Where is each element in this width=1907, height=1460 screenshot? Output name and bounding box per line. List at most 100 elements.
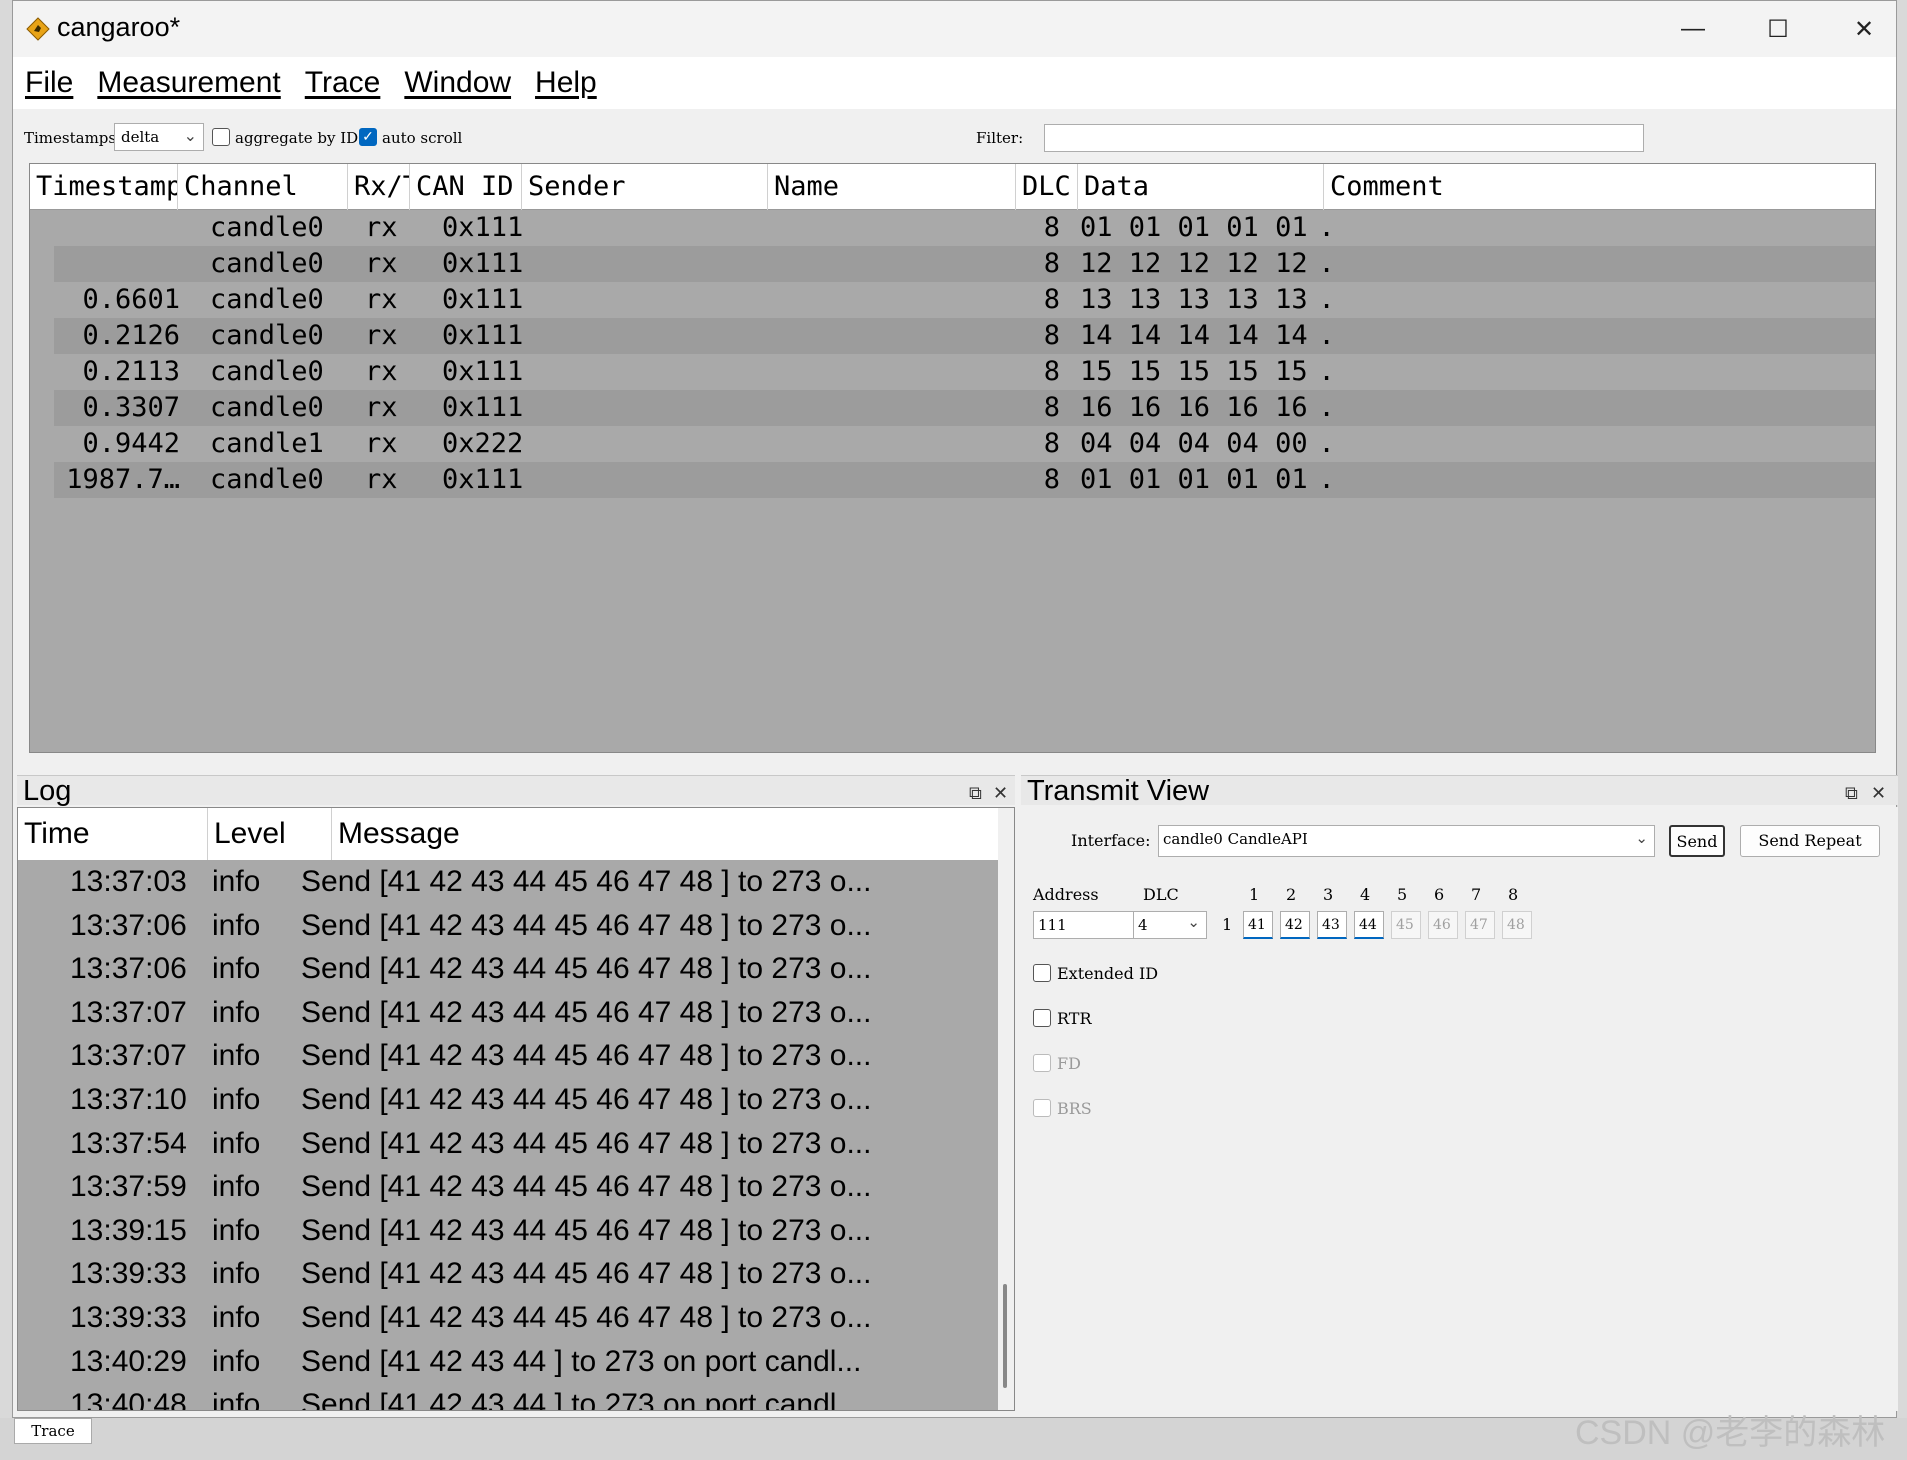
byte-input[interactable]: [1280, 911, 1310, 939]
col-timestamp[interactable]: Timestamp: [30, 164, 178, 210]
log-row[interactable]: 13:39:15 info Send [41 42 43 44 45 46 47 4…: [18, 1209, 1000, 1253]
cell-timestamp: 0.9442: [82, 428, 180, 459]
dlc-label: DLC: [1143, 885, 1179, 904]
table-row[interactable]: 0.9442 candle1 rx 0x222 8 04 04 04 04 00 …: [30, 426, 1875, 462]
menu-measurement[interactable]: Measurement: [97, 66, 280, 100]
menu-help[interactable]: Help: [535, 66, 597, 100]
transmit-dock-title: Transmit View ⧉ ✕: [1021, 775, 1898, 808]
dlc-select[interactable]: 4 ⌄: [1133, 911, 1207, 939]
float-icon[interactable]: ⧉: [969, 778, 982, 808]
log-row[interactable]: 13:37:10 info Send [41 42 43 44 45 46 47 4…: [18, 1078, 1000, 1122]
extended-id-checkbox[interactable]: [1033, 964, 1051, 982]
cell-dir: rx: [365, 212, 398, 243]
byte-input[interactable]: [1354, 911, 1384, 939]
log-message: Send [41 42 43 44 45 46 47 48 ] to 273 o…: [301, 1213, 872, 1247]
log-message: Send [41 42 43 44 45 46 47 48 ] to 273 o…: [301, 1083, 872, 1116]
cell-data: 13 13 13 13 13 …: [1080, 284, 1330, 315]
cell-dir: rx: [365, 464, 398, 495]
log-level: info: [212, 995, 261, 1029]
kangaroo-diamond-icon: [26, 17, 50, 41]
minimize-button[interactable]: —: [1650, 1, 1736, 57]
table-row[interactable]: 0.2113 candle0 rx 0x111 8 15 15 15 15 15 …: [30, 354, 1875, 390]
table-row[interactable]: candle0 rx 0x111 8 01 01 01 01 01 …: [30, 210, 1875, 246]
cell-dir: rx: [365, 284, 398, 315]
cell-channel: candle0: [210, 284, 324, 315]
col-canid[interactable]: CAN ID: [410, 164, 522, 210]
close-icon[interactable]: ✕: [993, 778, 1008, 808]
log-row[interactable]: 13:39:33 info Send [41 42 43 44 45 46 47 4…: [18, 1296, 1000, 1340]
log-message: Send [41 42 43 44 ] to 273 on port candl…: [301, 1344, 862, 1378]
send-repeat-button[interactable]: Send Repeat: [1740, 825, 1880, 857]
table-row[interactable]: 0.6601 candle0 rx 0x111 8 13 13 13 13 13 …: [30, 282, 1875, 318]
cell-comment: [1330, 210, 1830, 246]
cell-channel: candle1: [210, 428, 324, 459]
log-row[interactable]: 13:37:06 info Send [41 42 43 44 45 46 47 4…: [18, 904, 1000, 948]
col-data[interactable]: Data: [1078, 164, 1324, 210]
table-row[interactable]: candle0 rx 0x111 8 12 12 12 12 12 …: [54, 246, 1875, 282]
float-icon[interactable]: ⧉: [1845, 778, 1858, 808]
cell-id: 0x111: [442, 392, 524, 423]
log-message: Send [41 42 43 44 45 46 47 48 ] to 273 o…: [301, 1170, 872, 1204]
menu-file[interactable]: File: [25, 66, 73, 100]
log-row[interactable]: 13:40:48 info Send [41 42 43 44 ] to 273 o…: [18, 1383, 1000, 1410]
cell-name: [774, 318, 1004, 354]
aggregate-checkbox[interactable]: [212, 128, 230, 146]
col-level[interactable]: Level: [208, 808, 332, 860]
table-row[interactable]: 0.2126 candle0 rx 0x111 8 14 14 14 14 14 …: [54, 318, 1875, 354]
log-level: info: [212, 1039, 261, 1073]
byte-header: 6: [1434, 885, 1445, 904]
table-row[interactable]: 1987.7… candle0 rx 0x111 8 01 01 01 01 01 …: [54, 462, 1875, 498]
close-button[interactable]: ✕: [1821, 1, 1907, 57]
col-dlc[interactable]: DLC: [1016, 164, 1078, 210]
log-row[interactable]: 13:37:07 info Send [41 42 43 44 45 46 47 4…: [18, 1034, 1000, 1078]
cell-comment: [1330, 426, 1830, 462]
log-scroll-thumb[interactable]: [1003, 1284, 1007, 1388]
log-row[interactable]: 13:37:54 info Send [41 42 43 44 45 46 47 4…: [18, 1122, 1000, 1166]
filter-input[interactable]: [1044, 124, 1644, 152]
interface-select[interactable]: candle0 CandleAPI ⌄: [1158, 825, 1655, 857]
cell-dlc: 8: [1043, 320, 1060, 351]
byte-header: 2: [1286, 885, 1297, 904]
cell-dlc: 8: [1043, 212, 1060, 243]
menu-window[interactable]: Window: [404, 66, 511, 100]
log-row[interactable]: 13:37:07 info Send [41 42 43 44 45 46 47 4…: [18, 991, 1000, 1035]
maximize-button[interactable]: ☐: [1735, 1, 1821, 57]
log-time: 13:37:07: [70, 995, 187, 1029]
col-sender[interactable]: Sender: [522, 164, 768, 210]
log-row[interactable]: 13:37:03 info Send [41 42 43 44 45 46 47 4…: [18, 860, 1000, 904]
log-level: info: [212, 1213, 261, 1247]
menu-trace[interactable]: Trace: [305, 66, 381, 100]
send-button[interactable]: Send: [1669, 825, 1725, 857]
log-row[interactable]: 13:39:33 info Send [41 42 43 44 45 46 47 4…: [18, 1252, 1000, 1296]
cell-id: 0x111: [442, 464, 524, 495]
log-level: info: [212, 1170, 261, 1204]
cell-id: 0x222: [442, 428, 524, 459]
close-icon[interactable]: ✕: [1871, 778, 1886, 808]
address-input[interactable]: [1033, 911, 1139, 939]
log-level: info: [212, 1344, 261, 1378]
autoscroll-checkbox[interactable]: ✓: [359, 128, 377, 146]
log-row[interactable]: 13:37:06 info Send [41 42 43 44 45 46 47 4…: [18, 947, 1000, 991]
col-rxtx[interactable]: Rx/T: [348, 164, 410, 210]
byte-input[interactable]: [1243, 911, 1273, 939]
tab-trace[interactable]: Trace: [14, 1418, 92, 1444]
cell-timestamp: 0.6601: [82, 284, 180, 315]
col-comment[interactable]: Comment: [1324, 164, 1875, 210]
cell-timestamp: 0.2113: [82, 356, 180, 387]
log-row[interactable]: 13:40:29 info Send [41 42 43 44 ] to 273 o…: [18, 1340, 1000, 1384]
col-channel[interactable]: Channel: [178, 164, 348, 210]
byte-input[interactable]: [1317, 911, 1347, 939]
address-label: Address: [1033, 885, 1099, 904]
col-name[interactable]: Name: [768, 164, 1016, 210]
table-row[interactable]: 0.3307 candle0 rx 0x111 8 16 16 16 16 16 …: [54, 390, 1875, 426]
col-time[interactable]: Time: [18, 808, 208, 860]
aggregate-label: aggregate by ID: [235, 129, 359, 147]
rtr-checkbox[interactable]: [1033, 1009, 1051, 1027]
byte-header: 8: [1508, 885, 1519, 904]
cell-dir: rx: [365, 356, 398, 387]
cell-channel: candle0: [210, 320, 324, 351]
timestamps-select[interactable]: delta ⌄: [114, 123, 204, 151]
log-scrollbar[interactable]: [998, 808, 1014, 1410]
col-message[interactable]: Message: [332, 808, 1000, 860]
log-row[interactable]: 13:37:59 info Send [41 42 43 44 45 46 47 4…: [18, 1165, 1000, 1209]
